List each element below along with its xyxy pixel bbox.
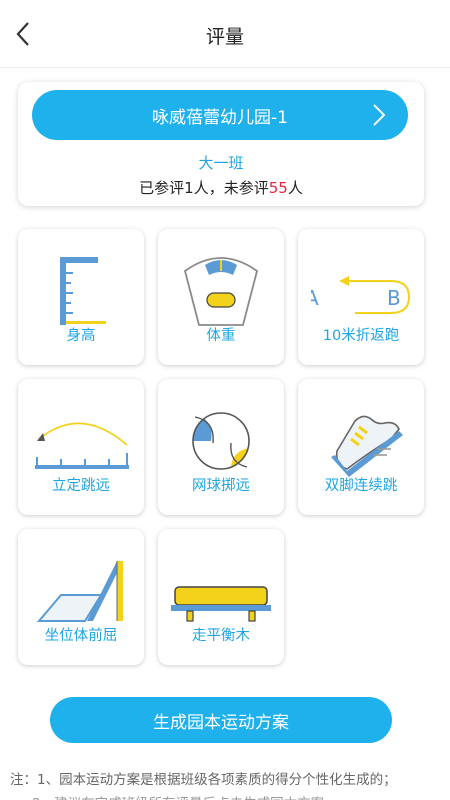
class-name: 大一班	[198, 154, 244, 172]
tile-label: 坐位体前屈	[44, 628, 118, 644]
balance-beam-icon	[171, 586, 271, 622]
tile-balance-beam[interactable]: 走平衡木	[158, 529, 284, 665]
tile-two-foot-jump[interactable]: 双脚连续跳	[298, 379, 424, 515]
header-bar: 评量	[0, 0, 450, 68]
generate-plan-button[interactable]: 生成园本运动方案	[50, 697, 392, 743]
tile-long-jump[interactable]: 立定跳远	[18, 379, 144, 515]
tile-label: 立定跳远	[52, 478, 110, 494]
tile-label: 10米折返跑	[322, 328, 400, 344]
chevron-right-icon	[373, 104, 386, 126]
unassessed-count: 55	[268, 179, 288, 197]
stats-prefix: 已参评1人，未参评	[139, 179, 269, 197]
stats-suffix: 人	[287, 179, 303, 197]
school-card: 咏威蓓蕾幼儿园-1 大一班 已参评1人，未参评55人	[18, 82, 424, 206]
shuttle-run-icon: A B	[311, 276, 411, 314]
school-selector-button[interactable]: 咏威蓓蕾幼儿园-1	[32, 90, 408, 140]
assessment-stats: 已参评1人，未参评55人	[18, 177, 424, 198]
height-ruler-icon	[60, 257, 106, 325]
scale-icon	[183, 257, 259, 326]
tennis-ball-icon	[192, 412, 250, 470]
tile-label: 体重	[206, 328, 236, 344]
tile-shuttle-run[interactable]: A B 10米折返跑	[298, 229, 424, 365]
tile-sit-and-reach[interactable]: 坐位体前屈	[18, 529, 144, 665]
tile-label: 双脚连续跳	[324, 478, 398, 494]
tile-label: 身高	[66, 328, 96, 344]
tile-height[interactable]: 身高	[18, 229, 144, 365]
tile-tennis-throw[interactable]: 网球掷远	[158, 379, 284, 515]
tile-label: 网球掷远	[192, 478, 250, 494]
svg-text:B: B	[387, 286, 401, 310]
note-line-1: 注：1、园本运动方案是根据班级各项素质的得分个性化生成的；	[10, 772, 397, 788]
long-jump-icon	[35, 422, 129, 469]
sit-and-reach-icon	[36, 561, 123, 622]
tile-weight[interactable]: 体重	[158, 229, 284, 365]
shoe-icon	[331, 415, 403, 477]
page-title: 评量	[205, 26, 244, 48]
school-name: 咏威蓓蕾幼儿园-1	[152, 107, 288, 128]
note-line-2: 2、建议在完成班级所有评量后点击生成园本方案	[32, 792, 324, 800]
svg-text:A: A	[311, 286, 319, 310]
tile-label: 走平衡木	[192, 628, 250, 644]
